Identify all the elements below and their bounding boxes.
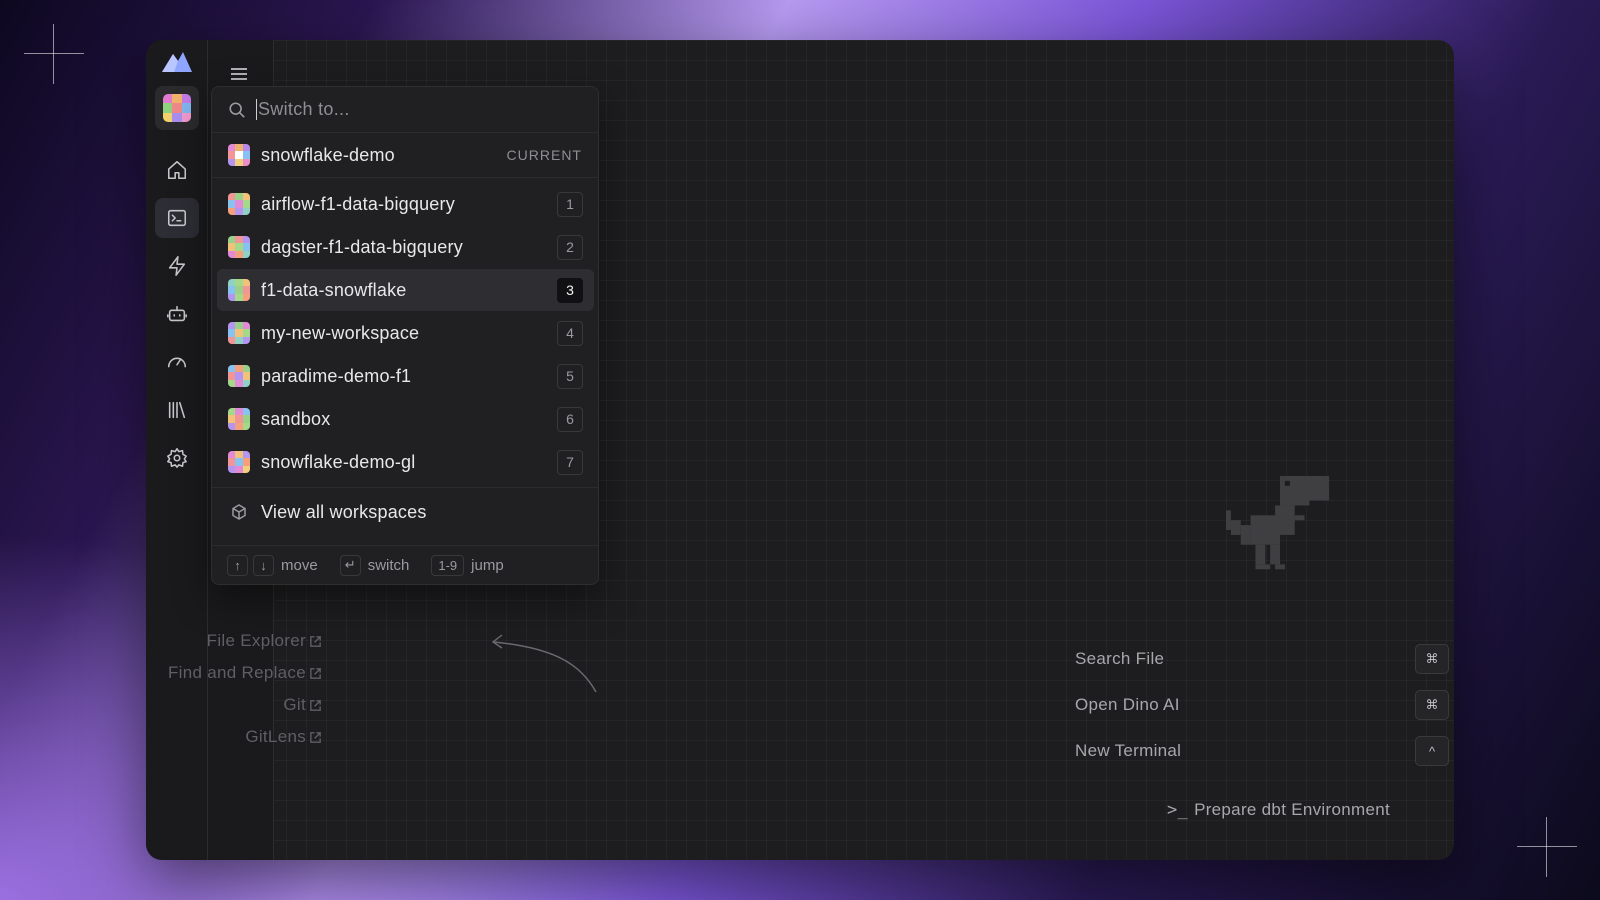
number-range-key: 1-9 bbox=[431, 554, 465, 576]
dino-icon bbox=[1226, 476, 1330, 570]
enter-key: ↵ bbox=[339, 554, 361, 576]
search-bar[interactable]: Switch to... bbox=[212, 87, 598, 133]
terminal-prompt-icon: >_ bbox=[1167, 800, 1189, 820]
workspace-icon bbox=[228, 365, 250, 387]
workspace-icon bbox=[228, 236, 250, 258]
shortcut-list: Search File ⌘ Open Dino AI ⌘ New Terminal ^ bbox=[1075, 636, 1449, 774]
shortcut-key: 3 bbox=[557, 277, 583, 303]
gear-icon bbox=[167, 448, 187, 468]
home-icon bbox=[167, 160, 187, 180]
logo-icon bbox=[162, 52, 192, 72]
robot-icon bbox=[167, 305, 187, 322]
shortcut-key: ^ bbox=[1415, 736, 1449, 766]
nav-catalog[interactable] bbox=[155, 390, 199, 430]
current-badge: CURRENT bbox=[506, 147, 582, 163]
quick-links: File Explorer Find and Replace Git GitLe… bbox=[168, 625, 322, 753]
shortcut-key: 4 bbox=[557, 320, 583, 346]
shortcut-key: 2 bbox=[557, 234, 583, 260]
workspace-switcher-popup: Switch to... snowflake-demo CURRENT airf… bbox=[211, 86, 599, 585]
nav-bolt[interactable] bbox=[155, 246, 199, 286]
external-link-icon bbox=[310, 668, 321, 679]
workspace-icon bbox=[228, 193, 250, 215]
cube-icon bbox=[232, 504, 246, 520]
shortcut-new-terminal[interactable]: New Terminal ^ bbox=[1075, 728, 1449, 774]
arrow-decoration bbox=[491, 634, 597, 693]
shortcut-key: ⌘ bbox=[1415, 644, 1449, 674]
search-icon bbox=[229, 101, 245, 118]
workspace-row[interactable]: airflow-f1-data-bigquery 1 bbox=[217, 183, 594, 225]
nav-home[interactable] bbox=[155, 150, 199, 190]
gauge-icon bbox=[167, 357, 187, 368]
workspace-icon bbox=[228, 279, 250, 301]
workspace-row[interactable]: snowflake-demo-gl 7 bbox=[217, 441, 594, 483]
workspace-switcher-button[interactable] bbox=[155, 86, 199, 130]
arrow-up-key: ↑ bbox=[227, 554, 248, 576]
workspace-row[interactable]: sandbox 6 bbox=[217, 398, 594, 440]
workspace-icon bbox=[228, 408, 250, 430]
shortcut-key: 1 bbox=[557, 191, 583, 217]
shortcut-open-dino-ai[interactable]: Open Dino AI ⌘ bbox=[1075, 682, 1449, 728]
search-input[interactable]: Switch to... bbox=[256, 99, 350, 120]
nav-radar[interactable] bbox=[155, 342, 199, 382]
arrow-down-key: ↓ bbox=[253, 554, 274, 576]
link-file-explorer[interactable]: File Explorer bbox=[168, 625, 322, 657]
workspace-icon bbox=[228, 322, 250, 344]
link-gitlens[interactable]: GitLens bbox=[168, 721, 322, 753]
external-link-icon bbox=[310, 636, 321, 647]
terminal-icon bbox=[167, 209, 187, 227]
shortcut-search-file[interactable]: Search File ⌘ bbox=[1075, 636, 1449, 682]
workspace-icon bbox=[163, 94, 191, 122]
prepare-dbt-environment[interactable]: >_ Prepare dbt Environment bbox=[1167, 800, 1390, 820]
current-workspace-row[interactable]: snowflake-demo CURRENT bbox=[217, 133, 594, 177]
corner-crosshair-bottom-right bbox=[1517, 817, 1577, 877]
corner-crosshair-top-left bbox=[24, 24, 84, 84]
workspace-row-selected[interactable]: f1-data-snowflake 3 bbox=[217, 269, 594, 311]
nav-code-ide[interactable] bbox=[155, 198, 199, 238]
workspace-icon bbox=[228, 144, 250, 166]
link-git[interactable]: Git bbox=[168, 689, 322, 721]
nav-dino-ai[interactable] bbox=[155, 294, 199, 334]
shortcut-key: 7 bbox=[557, 449, 583, 475]
bolt-icon bbox=[168, 256, 186, 276]
shortcut-key: ⌘ bbox=[1415, 690, 1449, 720]
workspace-row[interactable]: paradime-demo-f1 5 bbox=[217, 355, 594, 397]
link-find-and-replace[interactable]: Find and Replace bbox=[168, 657, 322, 689]
keyboard-hints: ↑ ↓ move ↵ switch 1-9 jump bbox=[212, 545, 598, 584]
nav-settings[interactable] bbox=[155, 438, 199, 478]
external-link-icon bbox=[310, 732, 321, 743]
library-icon bbox=[168, 401, 186, 419]
workspace-row[interactable]: dagster-f1-data-bigquery 2 bbox=[217, 226, 594, 268]
shortcut-key: 5 bbox=[557, 363, 583, 389]
menu-icon bbox=[231, 68, 247, 80]
workspace-icon bbox=[228, 451, 250, 473]
external-link-icon bbox=[310, 700, 321, 711]
view-all-workspaces-button[interactable]: View all workspaces bbox=[217, 489, 594, 535]
menu-button[interactable] bbox=[230, 66, 248, 87]
shortcut-key: 6 bbox=[557, 406, 583, 432]
workspace-row[interactable]: my-new-workspace 4 bbox=[217, 312, 594, 354]
